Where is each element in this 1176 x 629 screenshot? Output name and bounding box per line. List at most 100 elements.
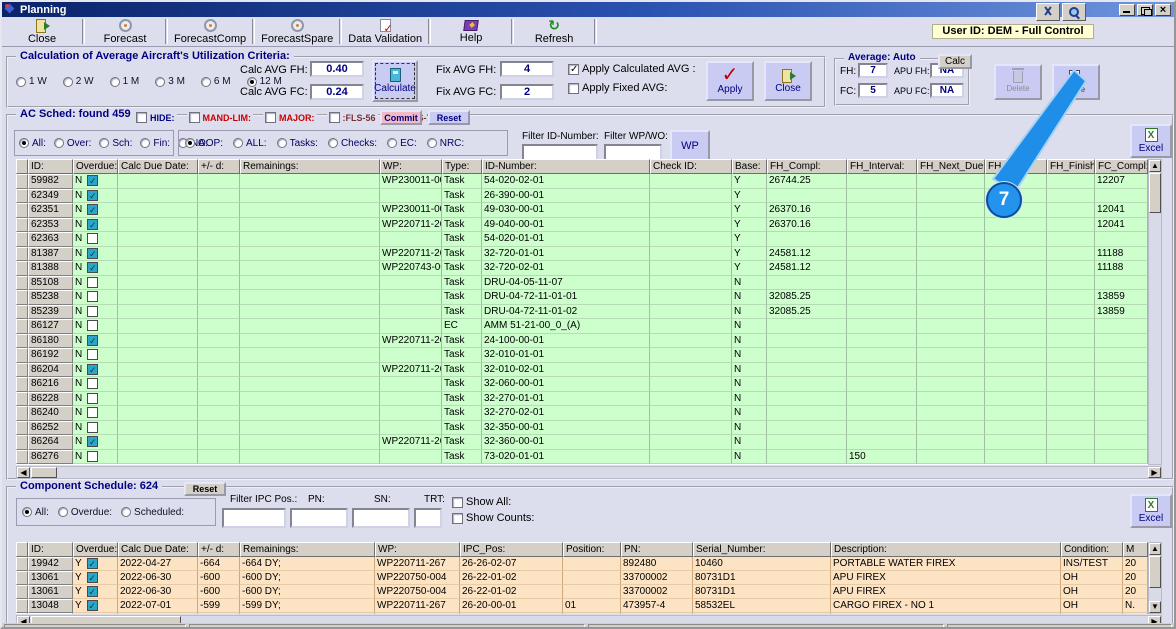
ac-cell-fh_interval[interactable] (847, 261, 917, 276)
component-cell-serial_number[interactable]: 58532EL (693, 599, 831, 613)
ac-cell-remainings[interactable] (240, 189, 380, 204)
ac-cell-id[interactable]: 86204 (28, 363, 73, 378)
radio-icon[interactable] (54, 138, 64, 148)
row-checkbox[interactable] (87, 393, 98, 404)
ac-cell-id[interactable]: 81387 (28, 247, 73, 262)
row-checkbox[interactable] (87, 306, 98, 317)
scroll-thumb[interactable] (1149, 173, 1161, 213)
row-checkbox[interactable]: ✓ (87, 572, 98, 583)
ac-cell-pm_d[interactable] (198, 421, 240, 436)
component-cell-wp[interactable]: WP220711-267 (375, 613, 460, 614)
ac-status-radio-fin[interactable]: Fin: (140, 138, 170, 149)
ac-cell-check_id[interactable] (650, 450, 732, 465)
ac-row[interactable]: 81387N✓WP220711-267Task32-720-01-01Y2458… (16, 247, 1148, 262)
radio-icon[interactable] (155, 77, 165, 87)
ac-cell-wp[interactable]: WP220711-267 (380, 334, 442, 349)
ac-cell-fh_interval[interactable] (847, 392, 917, 407)
row-selector[interactable] (16, 189, 28, 204)
ac-cell-fh_compl[interactable] (767, 319, 847, 334)
ac-cell-fc_compl[interactable] (1095, 435, 1148, 450)
ac-cell-type[interactable]: Task (442, 392, 482, 407)
component-vertical-scrollbar[interactable]: ▲ ▼ (1148, 542, 1162, 614)
row-checkbox[interactable] (87, 422, 98, 433)
component-col-header[interactable]: Remainings: (240, 542, 375, 557)
ac-cell-fh_start[interactable] (985, 348, 1047, 363)
component-col-header[interactable]: Position: (563, 542, 621, 557)
ac-excel-button[interactable]: XExcel (1130, 124, 1172, 158)
ac-cell-type[interactable]: Task (442, 435, 482, 450)
ac-cell-fh_finish[interactable] (1047, 232, 1095, 247)
ac-cell-fh_compl[interactable] (767, 348, 847, 363)
row-selector[interactable] (16, 290, 28, 305)
ac-cell-overdue[interactable]: N (73, 276, 118, 291)
row-checkbox[interactable] (87, 277, 98, 288)
row-selector[interactable] (16, 421, 28, 436)
ac-col-header[interactable]: Check ID: (650, 159, 732, 174)
ac-cell-check_id[interactable] (650, 392, 732, 407)
ac-cell-overdue[interactable]: N (73, 377, 118, 392)
ac-cell-id_number[interactable]: 32-720-02-01 (482, 261, 650, 276)
ac-cell-fh_compl[interactable]: 26744.25 (767, 174, 847, 189)
radio-icon[interactable] (22, 507, 32, 517)
ac-cell-fh_compl[interactable]: 26370.16 (767, 203, 847, 218)
ac-cell-id_number[interactable]: 24-100-00-01 (482, 334, 650, 349)
ac-cell-pm_d[interactable] (198, 305, 240, 320)
component-row[interactable]: 13048Y✓2022-07-01-599-599 DY;WP220711-26… (16, 599, 1148, 613)
toolbar-refresh-button[interactable]: ↻Refresh (514, 17, 594, 46)
ac-cell-base[interactable]: N (732, 276, 767, 291)
component-col-header[interactable]: Serial_Number: (693, 542, 831, 557)
component-cell-pn[interactable]: 892480 (621, 557, 693, 571)
ac-cell-overdue[interactable]: N✓ (73, 247, 118, 262)
ac-cell-fh_compl[interactable]: 32085.25 (767, 290, 847, 305)
ac-cell-fh_interval[interactable] (847, 276, 917, 291)
ac-cell-base[interactable]: N (732, 363, 767, 378)
apply-fixed-option[interactable]: Apply Fixed AVG: (568, 82, 667, 94)
ac-cell-fh_interval[interactable] (847, 348, 917, 363)
pn-input[interactable] (290, 508, 348, 528)
ac-cell-base[interactable]: N (732, 334, 767, 349)
ac-cell-fh_interval[interactable] (847, 247, 917, 262)
radio-icon[interactable] (63, 77, 73, 87)
ac-cell-fh_start[interactable] (985, 261, 1047, 276)
ac-cell-id[interactable]: 86264 (28, 435, 73, 450)
commit-button[interactable]: Commit (380, 110, 422, 125)
ac-cell-wp[interactable] (380, 232, 442, 247)
scroll-down-arrow[interactable]: ▼ (1149, 601, 1161, 613)
ac-cell-wp[interactable] (380, 450, 442, 465)
ac-cell-fh_next_due[interactable] (917, 450, 985, 465)
ac-cell-id[interactable]: 62349 (28, 189, 73, 204)
ac-cell-base[interactable]: Y (732, 218, 767, 233)
ac-cell-wp[interactable]: WP220743-004 (380, 261, 442, 276)
ac-cell-fh_finish[interactable] (1047, 276, 1095, 291)
row-selector[interactable] (16, 174, 28, 189)
ac-cell-fh_start[interactable] (985, 319, 1047, 334)
row-checkbox[interactable] (87, 233, 98, 244)
ac-cell-id_number[interactable]: 32-720-01-01 (482, 247, 650, 262)
ac-cell-fh_finish[interactable] (1047, 450, 1095, 465)
ac-cell-overdue[interactable]: N (73, 232, 118, 247)
row-selector[interactable] (16, 218, 28, 233)
ac-cell-pm_d[interactable] (198, 232, 240, 247)
row-selector[interactable] (16, 571, 28, 585)
ac-cell-type[interactable]: Task (442, 348, 482, 363)
ac-cell-remainings[interactable] (240, 174, 380, 189)
row-checkbox[interactable] (87, 407, 98, 418)
ac-type-radio-checks[interactable]: Checks: (328, 138, 377, 149)
show-counts-checkbox[interactable] (452, 513, 463, 524)
ac-cell-id[interactable]: 62363 (28, 232, 73, 247)
component-cell-position[interactable] (563, 571, 621, 585)
ac-cell-fh_finish[interactable] (1047, 290, 1095, 305)
ac-cell-fh_finish[interactable] (1047, 392, 1095, 407)
ac-cell-remainings[interactable] (240, 218, 380, 233)
row-checkbox[interactable]: ✓ (87, 190, 98, 201)
component-cell-wp[interactable]: WP220711-267 (375, 557, 460, 571)
ac-cell-fc_compl[interactable] (1095, 276, 1148, 291)
ac-cell-fc_compl[interactable] (1095, 392, 1148, 407)
ac-cell-wp[interactable]: WP220711-267 (380, 247, 442, 262)
ac-cell-overdue[interactable]: N✓ (73, 435, 118, 450)
component-cell-pn[interactable]: 473957-4 (621, 599, 693, 613)
component-cell-calc_due_date[interactable]: 2022-07-01 (118, 599, 198, 613)
ac-cell-calc_due_date[interactable] (118, 348, 198, 363)
ac-cell-calc_due_date[interactable] (118, 377, 198, 392)
ac-cell-base[interactable]: Y (732, 247, 767, 262)
